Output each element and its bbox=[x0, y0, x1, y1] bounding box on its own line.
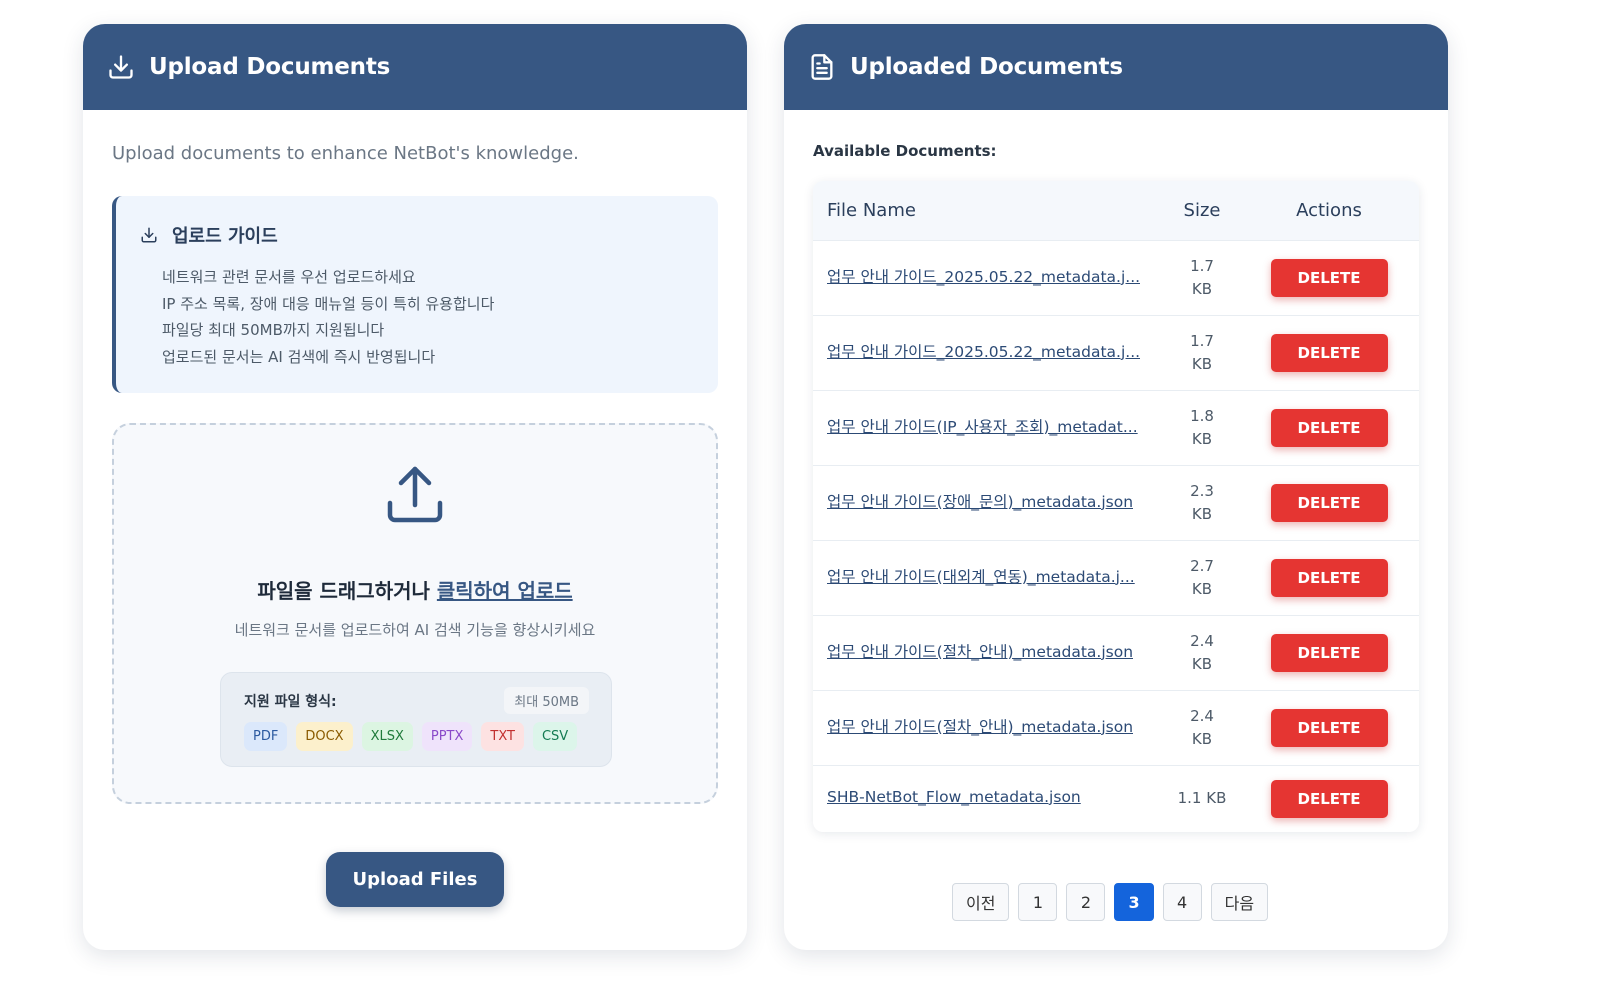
format-chip-pptx: PPTX bbox=[421, 722, 473, 751]
delete-button[interactable]: DELETE bbox=[1270, 633, 1388, 672]
file-size-value: 2.4 bbox=[1190, 631, 1214, 650]
format-chip-pdf: PDF bbox=[244, 722, 288, 751]
documents-panel-header: Uploaded Documents bbox=[784, 24, 1448, 110]
table-row: 업무 안내 가이드_2025.05.22_metadata.j... 1.7 KB… bbox=[813, 315, 1419, 390]
max-size-badge: 최대 50MB bbox=[504, 687, 589, 714]
format-chip-csv: CSV bbox=[532, 722, 578, 751]
table-row: 업무 안내 가이드(IP_사용자_조회)_metadat... 1.8 KB DE… bbox=[813, 390, 1419, 465]
column-header-file-name: File Name bbox=[827, 199, 916, 221]
upload-panel-title: Upload Documents bbox=[149, 54, 391, 80]
file-size: 2.3 KB bbox=[1165, 465, 1239, 540]
file-size-value: 1.8 bbox=[1190, 406, 1214, 425]
upload-files-button[interactable]: Upload Files bbox=[326, 852, 504, 907]
guide-item: 파일당 최대 50MB까지 지원됩니다 bbox=[162, 321, 385, 339]
table-row: 업무 안내 가이드(장애_문의)_metadata.json 2.3 KB DEL… bbox=[813, 465, 1419, 540]
dropzone-title: 파일을 드래그하거나 클릭하여 업로드 bbox=[114, 575, 716, 604]
page-button-1[interactable]: 1 bbox=[1018, 883, 1058, 921]
table-row: 업무 안내 가이드(대외계_연동)_metadata.j... 2.7 KB DE… bbox=[813, 540, 1419, 615]
click-to-upload-link[interactable]: 클릭하여 업로드 bbox=[437, 579, 573, 603]
column-header-actions: Actions bbox=[1296, 199, 1362, 221]
file-size-value: 1.1 KB bbox=[1177, 789, 1227, 808]
format-chips: PDF DOCX XLSX PPTX TXT CSV bbox=[244, 722, 578, 751]
file-size: 2.7 KB bbox=[1165, 540, 1239, 615]
document-icon bbox=[808, 53, 836, 81]
file-link[interactable]: 업무 안내 가이드(대외계_연동)_metadata.j... bbox=[827, 565, 1135, 587]
guide-title: 업로드 가이드 bbox=[140, 222, 278, 248]
delete-button[interactable]: DELETE bbox=[1270, 483, 1388, 522]
file-link[interactable]: 업무 안내 가이드(절차_안내)_metadata.json bbox=[827, 715, 1133, 737]
table-row: 업무 안내 가이드_2025.05.22_metadata.j... 1.7 KB… bbox=[813, 240, 1419, 315]
file-size: 2.4 KB bbox=[1165, 690, 1239, 765]
file-size-value: 2.3 bbox=[1190, 481, 1214, 500]
delete-button[interactable]: DELETE bbox=[1270, 779, 1388, 818]
file-size-unit: KB bbox=[1191, 354, 1213, 373]
guide-title-text: 업로드 가이드 bbox=[172, 226, 278, 247]
download-icon bbox=[107, 53, 135, 81]
delete-button[interactable]: DELETE bbox=[1270, 408, 1388, 447]
file-link[interactable]: 업무 안내 가이드(장애_문의)_metadata.json bbox=[827, 490, 1133, 512]
next-page-button[interactable]: 다음 bbox=[1210, 883, 1269, 921]
file-size-value: 2.7 bbox=[1190, 556, 1214, 575]
file-link[interactable]: SHB-NetBot_Flow_metadata.json bbox=[827, 788, 1081, 806]
file-size: 2.4 KB bbox=[1165, 615, 1239, 690]
formats-label: 지원 파일 형식: bbox=[244, 694, 337, 710]
column-header-size: Size bbox=[1183, 199, 1221, 221]
documents-panel: Uploaded Documents Available Documents: … bbox=[784, 24, 1448, 950]
upload-intro-text: Upload documents to enhance NetBot's kno… bbox=[112, 143, 579, 164]
file-size-value: 2.4 bbox=[1190, 706, 1214, 725]
table-row: 업무 안내 가이드(절차_안내)_metadata.json 2.4 KB DEL… bbox=[813, 615, 1419, 690]
file-size-unit: KB bbox=[1191, 729, 1213, 748]
upload-guide: 업로드 가이드 네트워크 관련 문서를 우선 업로드하세요 IP 주소 목록, … bbox=[112, 196, 718, 393]
page-button-2[interactable]: 2 bbox=[1066, 883, 1106, 921]
format-chip-xlsx: XLSX bbox=[361, 722, 413, 751]
page-button-3-current[interactable]: 3 bbox=[1114, 883, 1154, 921]
guide-item: 네트워크 관련 문서를 우선 업로드하세요 bbox=[162, 268, 416, 286]
format-chip-txt: TXT bbox=[481, 722, 524, 751]
documents-table: File Name Size Actions 업무 안내 가이드_2025.05… bbox=[813, 181, 1419, 832]
file-size-unit: KB bbox=[1191, 429, 1213, 448]
table-row: 업무 안내 가이드(절차_안내)_metadata.json 2.4 KB DEL… bbox=[813, 690, 1419, 765]
table-header-row: File Name Size Actions bbox=[813, 181, 1419, 240]
file-link[interactable]: 업무 안내 가이드(절차_안내)_metadata.json bbox=[827, 640, 1133, 662]
delete-button[interactable]: DELETE bbox=[1270, 708, 1388, 747]
format-chip-docx: DOCX bbox=[296, 722, 353, 751]
file-size-unit: KB bbox=[1191, 579, 1213, 598]
guide-list: 네트워크 관련 문서를 우선 업로드하세요 IP 주소 목록, 장애 대응 매뉴… bbox=[162, 264, 494, 370]
file-size: 1.1 KB bbox=[1165, 765, 1239, 832]
pagination: 이전 1 2 3 4 다음 bbox=[952, 883, 1269, 921]
delete-button[interactable]: DELETE bbox=[1270, 333, 1388, 372]
upload-icon bbox=[387, 466, 443, 523]
available-documents-label: Available Documents: bbox=[813, 142, 997, 160]
file-dropzone[interactable]: 파일을 드래그하거나 클릭하여 업로드 네트워크 문서를 업로드하여 AI 검색… bbox=[112, 423, 718, 804]
supported-formats-box: 지원 파일 형식: 최대 50MB PDF DOCX XLSX PPTX TXT… bbox=[220, 672, 612, 767]
page-button-4[interactable]: 4 bbox=[1162, 883, 1202, 921]
guide-item: 업로드된 문서는 AI 검색에 즉시 반영됩니다 bbox=[162, 347, 436, 366]
documents-panel-title: Uploaded Documents bbox=[850, 54, 1123, 80]
dropzone-title-text: 파일을 드래그하거나 bbox=[257, 579, 437, 603]
upload-panel: Upload Documents Upload documents to enh… bbox=[83, 24, 747, 950]
file-size: 1.7 KB bbox=[1165, 315, 1239, 390]
file-link[interactable]: 업무 안내 가이드(IP_사용자_조회)_metadat... bbox=[827, 415, 1138, 437]
upload-panel-header: Upload Documents bbox=[83, 24, 747, 110]
file-link[interactable]: 업무 안내 가이드_2025.05.22_metadata.j... bbox=[827, 265, 1140, 287]
download-icon bbox=[140, 226, 158, 244]
delete-button[interactable]: DELETE bbox=[1270, 258, 1388, 297]
delete-button[interactable]: DELETE bbox=[1270, 558, 1388, 597]
file-size: 1.7 KB bbox=[1165, 240, 1239, 315]
file-size-unit: KB bbox=[1191, 504, 1213, 523]
file-size-value: 1.7 bbox=[1190, 256, 1214, 275]
guide-item: IP 주소 목록, 장애 대응 매뉴얼 등이 특히 유용합니다 bbox=[162, 294, 495, 313]
prev-page-button[interactable]: 이전 bbox=[952, 883, 1010, 921]
table-row: SHB-NetBot_Flow_metadata.json 1.1 KB DEL… bbox=[813, 765, 1419, 832]
file-size-unit: KB bbox=[1191, 654, 1213, 673]
file-size-unit: KB bbox=[1191, 279, 1213, 298]
file-size-value: 1.7 bbox=[1190, 331, 1214, 350]
dropzone-subtitle: 네트워크 문서를 업로드하여 AI 검색 기능을 향상시키세요 bbox=[234, 621, 596, 639]
file-size: 1.8 KB bbox=[1165, 390, 1239, 465]
file-link[interactable]: 업무 안내 가이드_2025.05.22_metadata.j... bbox=[827, 340, 1140, 362]
